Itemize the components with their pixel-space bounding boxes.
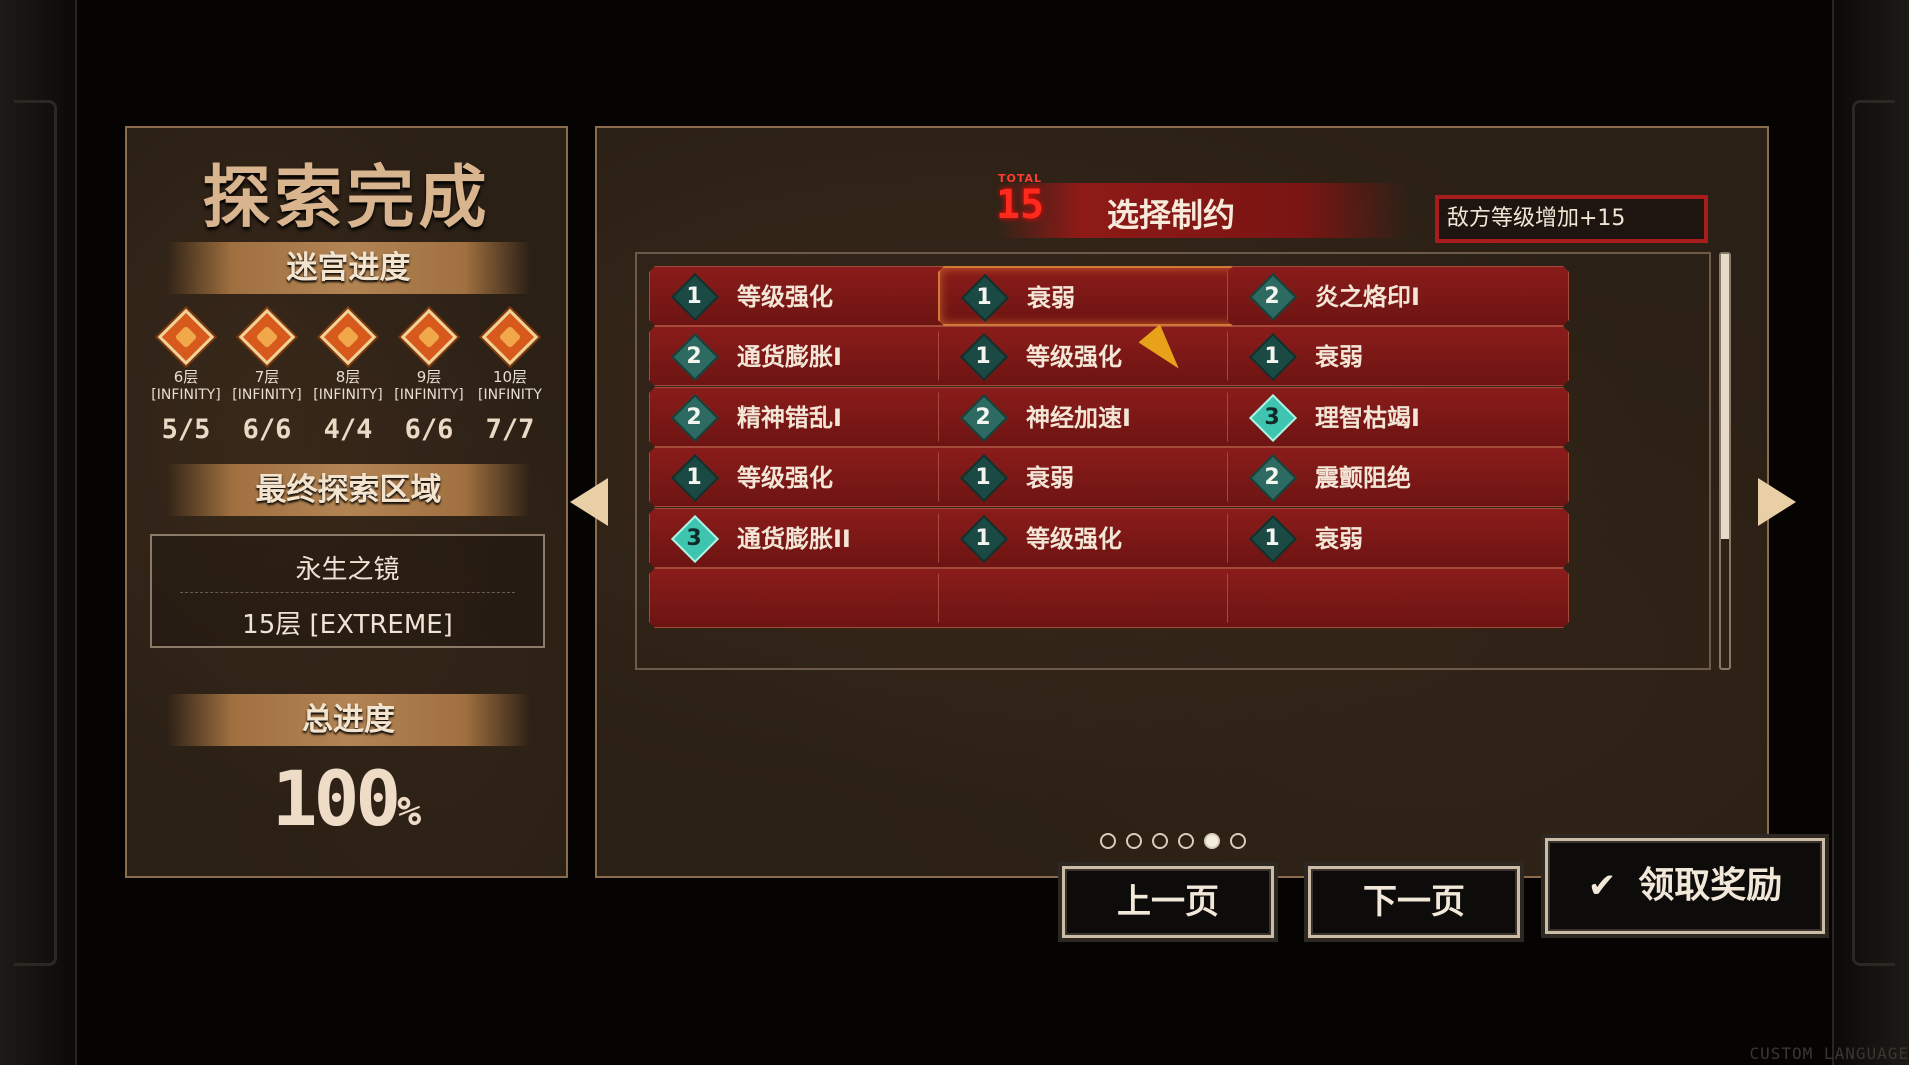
floor-count: 5/5	[161, 414, 211, 445]
checkmark-icon: ✔	[1587, 866, 1617, 906]
floor-medal-icon	[319, 308, 377, 366]
maze-progress-banner: 迷宫进度	[167, 242, 530, 294]
page-dot[interactable]	[1100, 833, 1116, 849]
claim-reward-label: 领取奖励	[1638, 865, 1783, 906]
page-dot[interactable]	[1178, 833, 1194, 849]
total-badge: TOTAL 15	[992, 172, 1048, 244]
next-arrow-icon[interactable]	[1758, 478, 1796, 526]
floor-mode: [INFINITY]	[151, 387, 221, 403]
select-constraint-title: 选择制约	[1107, 196, 1236, 234]
floor-count: 6/6	[242, 414, 292, 445]
constraint-item[interactable]: 2 震颤阻绝	[1227, 447, 1569, 507]
effect-description: 敌方等级增加+15	[1435, 195, 1708, 243]
page-dot[interactable]	[1152, 833, 1168, 849]
constraint-name: 衰弱	[1026, 464, 1074, 492]
constraint-level: 1	[686, 284, 702, 309]
floor-mode: [INFINITY]	[394, 387, 464, 403]
next-page-button[interactable]: 下一页	[1308, 866, 1520, 938]
constraint-level: 1	[976, 285, 992, 310]
floor-count: 4/4	[323, 414, 373, 445]
constraint-name: 衰弱	[1315, 343, 1363, 371]
floor-medal-icon	[238, 308, 296, 366]
area-name: 永生之镜	[295, 555, 400, 585]
right-frame	[1832, 0, 1909, 1065]
floor-medal-icon	[157, 308, 215, 366]
constraint-level: 3	[1264, 405, 1280, 430]
constraint-level: 2	[975, 405, 991, 430]
floor-name: 6层	[173, 368, 199, 386]
constraint-level: 1	[975, 526, 991, 551]
previous-page-button[interactable]: 上一页	[1062, 866, 1274, 938]
total-progress-banner: 总进度	[167, 694, 530, 746]
exploration-complete-title: 探索完成	[202, 158, 491, 238]
constraint-level: 1	[1264, 344, 1280, 369]
constraint-item[interactable]: 2 炎之烙印I	[1227, 266, 1569, 326]
floor-count: 6/6	[404, 414, 454, 445]
floor-medal-icon	[481, 308, 539, 366]
page-dot[interactable]	[1126, 833, 1142, 849]
constraint-name: 衰弱	[1315, 525, 1363, 553]
floor-progress-item: 10层 [INFINITY 7/7	[469, 308, 551, 445]
floor-name: 10层	[492, 368, 528, 386]
page-dot[interactable]	[1204, 833, 1220, 849]
constraint-name: 理智枯竭I	[1315, 404, 1420, 432]
constraint-level: 2	[1264, 465, 1280, 490]
constraint-name: 通货膨胀II	[737, 525, 851, 553]
final-area-box: 永生之镜 15层 [EXTREME]	[150, 534, 545, 648]
page-dot[interactable]	[1230, 833, 1246, 849]
constraint-item[interactable]: 1 衰弱	[1227, 326, 1569, 386]
floor-progress-item: 9层 [INFINITY] 6/6	[388, 308, 470, 445]
constraint-name: 通货膨胀I	[737, 343, 842, 371]
total-progress-readout: 100%	[127, 754, 566, 843]
constraint-grid: 1 等级强化 1 衰弱 2 炎之烙印I 2 通货膨胀I 1 等级强化 1 衰弱 2 精神错乱I 2 神经加速I…	[635, 252, 1711, 670]
exploration-summary-panel: 探索完成 迷宫进度 6层 [INFINITY] 5/5 7层 [INFINITY…	[125, 126, 568, 878]
constraint-name: 等级强化	[737, 283, 833, 311]
constraint-name: 等级强化	[737, 464, 833, 492]
previous-arrow-icon[interactable]	[570, 478, 608, 526]
constraint-name: 精神错乱I	[737, 404, 842, 432]
constraint-item-partial[interactable]	[1227, 568, 1569, 628]
constraint-level: 1	[686, 465, 702, 490]
constraint-level: 1	[1264, 526, 1280, 551]
left-frame	[0, 0, 77, 1065]
floor-name: 9层	[416, 368, 442, 386]
area-divider	[180, 592, 515, 593]
grid-scrollbar[interactable]	[1719, 252, 1731, 670]
custom-language-label: CUSTOM LANGUAGE	[1749, 1044, 1909, 1063]
constraint-level: 3	[686, 526, 702, 551]
total-progress-unit: %	[397, 789, 422, 835]
constraint-level: 1	[975, 344, 991, 369]
floor-mode: [INFINITY]	[232, 387, 302, 403]
constraint-level: 2	[686, 405, 702, 430]
constraint-name: 神经加速I	[1026, 404, 1131, 432]
constraint-item[interactable]: 3 理智枯竭I	[1227, 387, 1569, 447]
floor-mode: [INFINITY]	[313, 387, 383, 403]
floor-name: 8层	[335, 368, 361, 386]
constraint-item[interactable]: 1 衰弱	[1227, 508, 1569, 568]
constraint-name: 震颤阻绝	[1315, 464, 1411, 492]
page-indicator	[1100, 833, 1246, 849]
constraint-selection-panel: TOTAL 15 选择制约 敌方等级增加+15 1 等级强化 1 衰弱 2 炎之烙印I 2 通…	[595, 126, 1769, 878]
floor-mode: [INFINITY	[478, 387, 542, 403]
floor-name: 7层	[254, 368, 280, 386]
constraint-name: 等级强化	[1026, 525, 1122, 553]
floor-progress-item: 8层 [INFINITY] 4/4	[307, 308, 389, 445]
area-floor: 15层 [EXTREME]	[242, 610, 453, 640]
scrollbar-thumb[interactable]	[1721, 254, 1729, 539]
constraint-name: 炎之烙印I	[1315, 283, 1420, 311]
constraint-level: 2	[686, 344, 702, 369]
total-value: 15	[995, 182, 1045, 228]
floor-count: 7/7	[485, 414, 535, 445]
claim-reward-button[interactable]: ✔ 领取奖励	[1545, 838, 1825, 934]
constraint-name: 等级强化	[1026, 343, 1122, 371]
floor-medal-icon	[400, 308, 458, 366]
constraint-level: 2	[1264, 284, 1280, 309]
floor-progress-item: 7层 [INFINITY] 6/6	[226, 308, 308, 445]
constraint-level: 1	[975, 465, 991, 490]
constraint-name: 衰弱	[1027, 284, 1075, 312]
total-progress-value: 100	[271, 754, 401, 843]
floor-progress-item: 6层 [INFINITY] 5/5	[145, 308, 227, 445]
final-area-banner: 最终探索区域	[167, 464, 530, 516]
